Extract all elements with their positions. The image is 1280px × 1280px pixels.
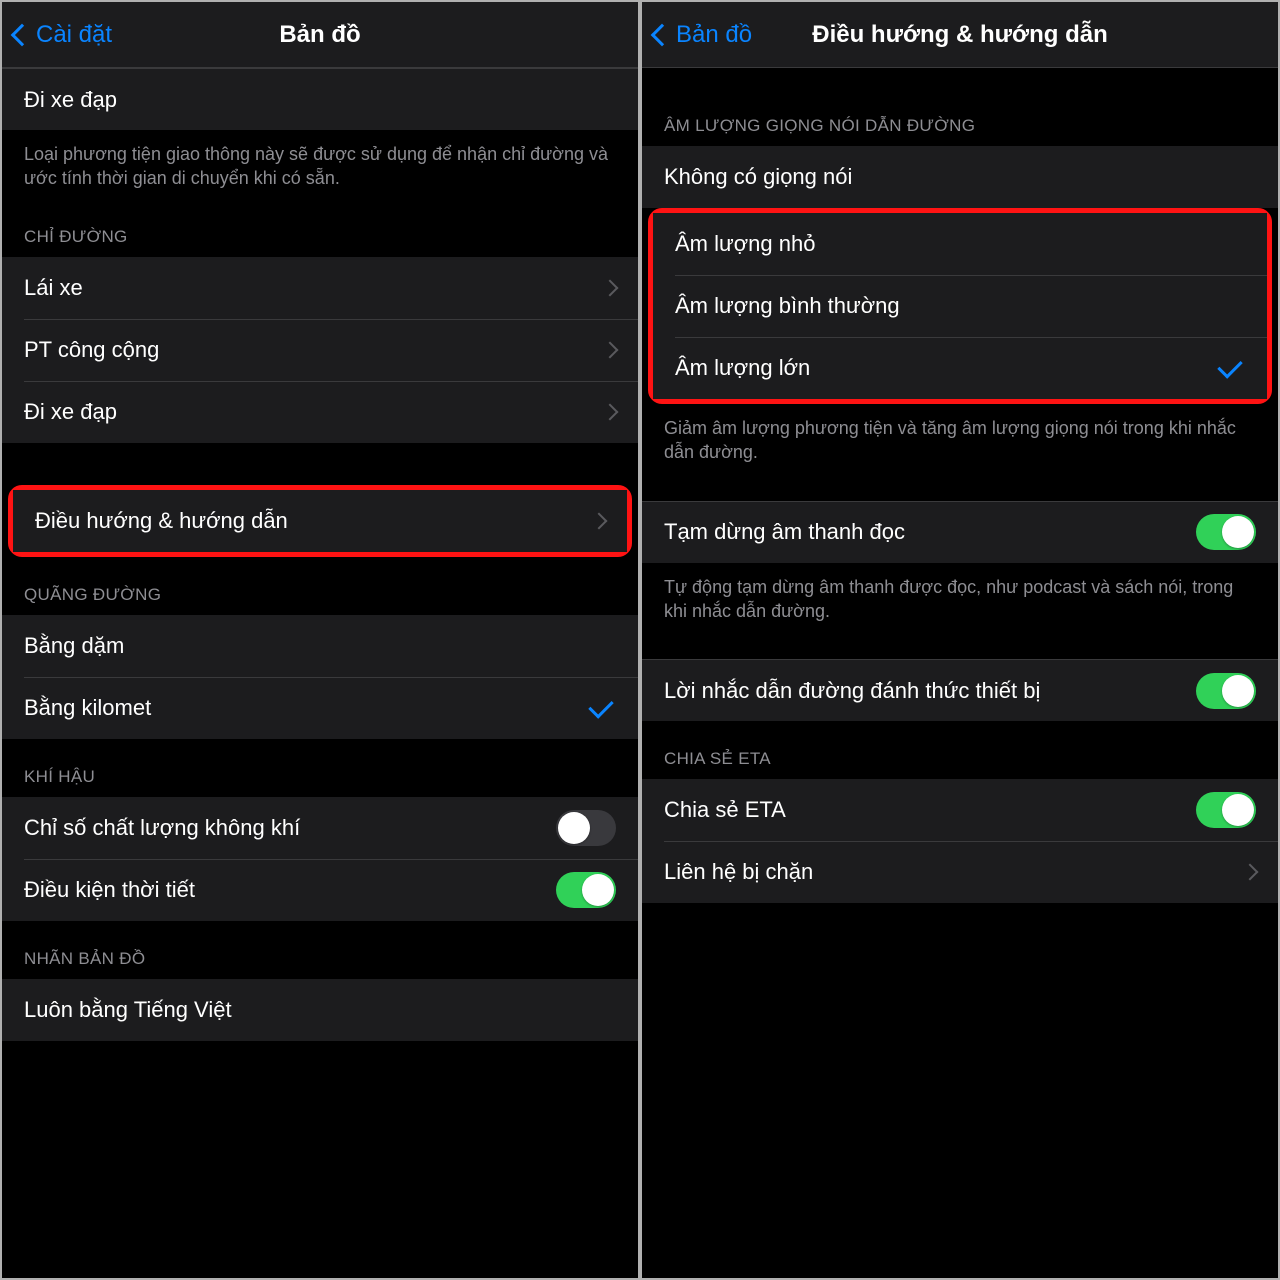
row-pause-spoken[interactable]: Tạm dừng âm thanh đọc xyxy=(642,501,1278,563)
section-header-volume: ÂM LƯỢNG GIỌNG NÓI DẪN ĐƯỜNG xyxy=(642,68,1278,146)
row-weather[interactable]: Điều kiện thời tiết xyxy=(2,859,638,921)
nav-title: Điều hướng & hướng dẫn xyxy=(812,21,1108,49)
section-header-map-labels: NHÃN BẢN ĐỒ xyxy=(2,921,638,979)
check-icon xyxy=(588,693,613,718)
section-footer-volume: Giảm âm lượng phương tiện và tăng âm lượ… xyxy=(642,404,1278,473)
row-share-eta[interactable]: Chia sẻ ETA xyxy=(642,779,1278,841)
chevron-left-icon xyxy=(651,23,674,46)
back-label: Bản đồ xyxy=(676,21,752,49)
back-label: Cài đặt xyxy=(36,21,112,49)
row-label: Đi xe đạp xyxy=(24,399,604,425)
chevron-right-icon xyxy=(1242,864,1259,881)
toggle-pause-spoken[interactable] xyxy=(1196,514,1256,550)
row-transit[interactable]: PT công cộng xyxy=(2,319,638,381)
toggle-wake-device[interactable] xyxy=(1196,673,1256,709)
chevron-right-icon xyxy=(591,512,608,529)
toggle-knob xyxy=(1222,675,1254,707)
nav-bar: Cài đặt Bản đồ xyxy=(2,2,638,68)
content: ÂM LƯỢNG GIỌNG NÓI DẪN ĐƯỜNG Không có gi… xyxy=(642,68,1278,1278)
row-normal-volume[interactable]: Âm lượng bình thường xyxy=(653,275,1267,337)
toggle-knob xyxy=(1222,516,1254,548)
nav-bar: Bản đồ Điều hướng & hướng dẫn xyxy=(642,2,1278,68)
content: Đi xe đạp Loại phương tiện giao thông nà… xyxy=(2,68,638,1278)
row-label: Âm lượng nhỏ xyxy=(675,231,1245,257)
back-button[interactable]: Bản đồ xyxy=(654,21,752,49)
toggle-aqi[interactable] xyxy=(556,810,616,846)
nav-title: Bản đồ xyxy=(279,21,360,49)
section-header-eta: CHIA SẺ ETA xyxy=(642,721,1278,779)
row-label: Tạm dừng âm thanh đọc xyxy=(664,519,1196,545)
toggle-knob xyxy=(558,812,590,844)
highlight-box: Điều hướng & hướng dẫn xyxy=(8,485,632,557)
settings-maps-screen: Cài đặt Bản đồ Đi xe đạp Loại phương tiệ… xyxy=(2,2,638,1278)
toggle-knob xyxy=(582,874,614,906)
row-label: Không có giọng nói xyxy=(664,164,1256,190)
row-wake-device[interactable]: Lời nhắc dẫn đường đánh thức thiết bị xyxy=(642,659,1278,721)
chevron-left-icon xyxy=(11,23,34,46)
row-low-volume[interactable]: Âm lượng nhỏ xyxy=(653,213,1267,275)
toggle-share-eta[interactable] xyxy=(1196,792,1256,828)
row-blocked-contacts[interactable]: Liên hệ bị chặn xyxy=(642,841,1278,903)
section-header-directions: CHỈ ĐƯỜNG xyxy=(2,199,638,257)
row-kilometers[interactable]: Bằng kilomet xyxy=(2,677,638,739)
row-label: PT công cộng xyxy=(24,337,604,363)
check-icon xyxy=(1217,353,1242,378)
row-label: Chỉ số chất lượng không khí xyxy=(24,815,556,841)
section-header-distance: QUÃNG ĐƯỜNG xyxy=(2,557,638,615)
section-header-climate: KHÍ HẬU xyxy=(2,739,638,797)
row-always-viet[interactable]: Luôn bằng Tiếng Việt xyxy=(2,979,638,1041)
row-loud-volume[interactable]: Âm lượng lớn xyxy=(653,337,1267,399)
row-label: Lời nhắc dẫn đường đánh thức thiết bị xyxy=(664,678,1196,704)
highlight-box: Âm lượng nhỏ Âm lượng bình thường Âm lượ… xyxy=(648,208,1272,404)
row-label: Bằng kilomet xyxy=(24,695,590,721)
row-aqi[interactable]: Chỉ số chất lượng không khí xyxy=(2,797,638,859)
row-no-voice[interactable]: Không có giọng nói xyxy=(642,146,1278,208)
toggle-knob xyxy=(1222,794,1254,826)
row-label: Điều hướng & hướng dẫn xyxy=(35,508,593,534)
chevron-right-icon xyxy=(602,341,619,358)
toggle-weather[interactable] xyxy=(556,872,616,908)
row-miles[interactable]: Bằng dặm xyxy=(2,615,638,677)
row-label: Chia sẻ ETA xyxy=(664,797,1196,823)
navigation-guidance-screen: Bản đồ Điều hướng & hướng dẫn ÂM LƯỢNG G… xyxy=(642,2,1278,1278)
row-cycling2[interactable]: Đi xe đạp xyxy=(2,381,638,443)
back-button[interactable]: Cài đặt xyxy=(14,21,112,49)
chevron-right-icon xyxy=(602,279,619,296)
row-label: Đi xe đạp xyxy=(24,87,616,113)
row-label: Âm lượng lớn xyxy=(675,355,1219,381)
row-label: Luôn bằng Tiếng Việt xyxy=(24,997,616,1023)
chevron-right-icon xyxy=(602,403,619,420)
section-footer-cycling: Loại phương tiện giao thông này sẽ được … xyxy=(2,130,638,199)
row-cycling[interactable]: Đi xe đạp xyxy=(2,68,638,130)
row-label: Bằng dặm xyxy=(24,633,616,659)
row-label: Lái xe xyxy=(24,275,604,301)
row-navigation-guidance[interactable]: Điều hướng & hướng dẫn xyxy=(13,490,627,552)
row-driving[interactable]: Lái xe xyxy=(2,257,638,319)
row-label: Điều kiện thời tiết xyxy=(24,877,556,903)
section-footer-pause: Tự động tạm dừng âm thanh được đọc, như … xyxy=(642,563,1278,632)
row-label: Liên hệ bị chặn xyxy=(664,859,1244,885)
row-label: Âm lượng bình thường xyxy=(675,293,1245,319)
